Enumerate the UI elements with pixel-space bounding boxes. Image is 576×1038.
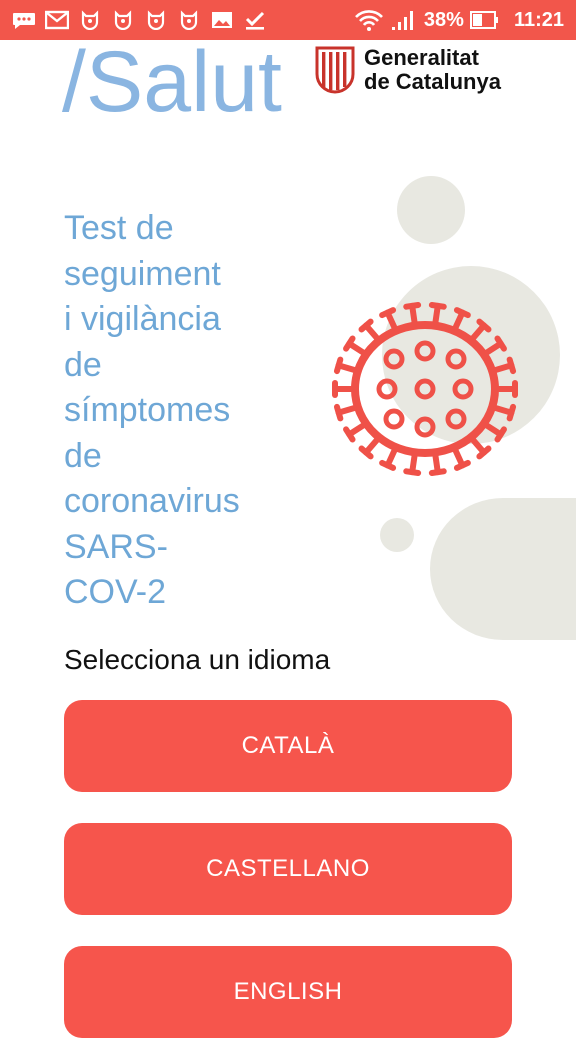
system-status: 38% 11:21: [354, 0, 564, 40]
title-line: de: [64, 345, 102, 384]
select-language-label: Selecciona un idioma: [64, 644, 331, 675]
catalonia-flag-icon: [314, 46, 356, 99]
page-title: Test de seguiment i vigilància de símpto…: [64, 206, 294, 616]
decor-circle: [380, 518, 414, 552]
clock: 11:21: [513, 8, 564, 31]
decor-circle: [397, 176, 465, 244]
signal-icon: [390, 8, 418, 32]
title-line: coronavirus: [64, 482, 240, 520]
app-icon: [111, 8, 135, 32]
title-line: COV-2: [64, 573, 167, 611]
app-icon: [144, 8, 168, 32]
title-line: Test de: [64, 209, 174, 247]
salut-logo: /Salut: [62, 34, 282, 130]
title-line: de: [64, 436, 102, 475]
notification-icons: [12, 6, 267, 34]
download-done-icon: [243, 8, 267, 32]
language-button-catala[interactable]: CATALÀ: [64, 700, 512, 792]
wifi-icon: [354, 8, 384, 32]
title-line: símptomes: [64, 391, 231, 429]
title-line: i vigilància: [64, 300, 221, 338]
battery-icon: [469, 8, 500, 32]
title-line: seguiment: [64, 254, 221, 293]
language-button-english[interactable]: ENGLISH: [64, 946, 512, 1038]
app-icon: [78, 8, 102, 32]
chat-icon: [12, 8, 36, 32]
generalitat-name: Generalitat de Catalunya: [364, 45, 501, 94]
app-icon: [177, 8, 201, 32]
language-button-castellano[interactable]: CASTELLANO: [64, 823, 512, 915]
coronavirus-icon: [322, 296, 528, 487]
generalitat-logo: Generalitat de Catalunya: [314, 46, 501, 99]
image-icon: [210, 8, 234, 32]
battery-percent: 38%: [423, 8, 464, 31]
decor-circle: [430, 498, 576, 640]
gmail-icon: [45, 8, 69, 32]
title-line: SARS-: [64, 527, 168, 566]
